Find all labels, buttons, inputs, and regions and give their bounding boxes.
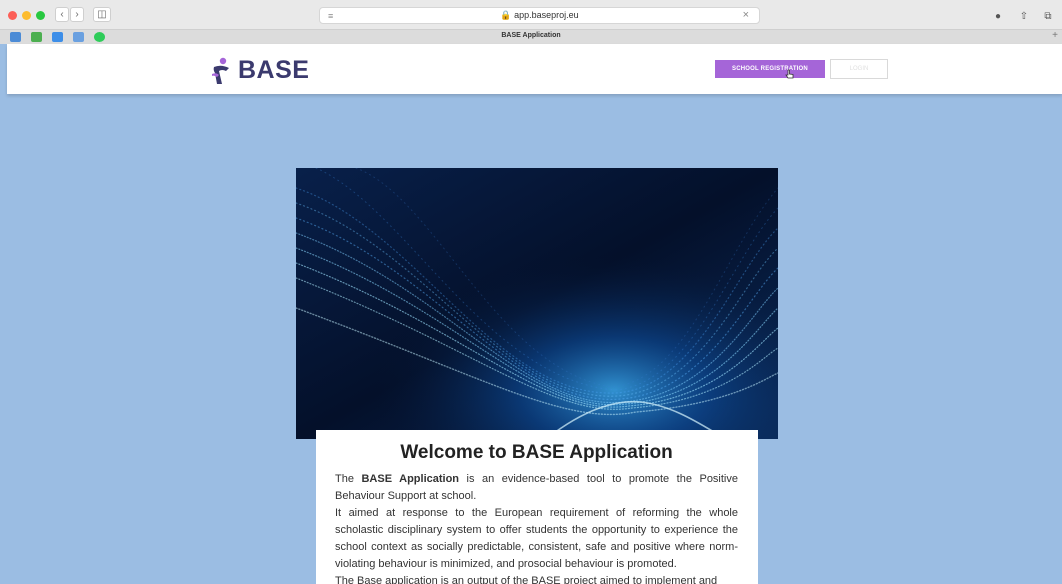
window-controls [8, 11, 45, 20]
sidebar-icon: ◫ [97, 9, 107, 20]
browser-toolbar: ‹ › ◫ ≡ 🔒 app.baseproj.eu × ● ⇧ ⧉ [0, 4, 1062, 26]
downloads-button[interactable]: ● [991, 9, 1005, 23]
pointer-cursor-icon [785, 69, 794, 79]
tabs-overview-button[interactable]: ⧉ [1041, 9, 1055, 23]
chevron-left-icon: ‹ [60, 9, 64, 20]
back-button[interactable]: ‹ [55, 7, 69, 22]
login-button[interactable]: LOGIN [830, 59, 888, 79]
logo-figure-icon [212, 57, 229, 84]
tab-title[interactable]: BASE Application [0, 32, 1062, 39]
base-logo[interactable]: BASE [210, 56, 309, 85]
intro-paragraph: The BASE Application is an evidence-base… [335, 473, 738, 502]
share-button[interactable]: ⇧ [1017, 9, 1031, 23]
particle-wave-image [296, 168, 778, 439]
hero-image [296, 168, 778, 439]
school-registration-button[interactable]: SCHOOL REGISTRATION [715, 60, 825, 78]
zoom-window-button[interactable] [36, 11, 45, 20]
address-bar[interactable]: ≡ 🔒 app.baseproj.eu × [319, 7, 760, 24]
sidebar-toggle-button[interactable]: ◫ [93, 7, 111, 22]
download-icon: ● [994, 10, 1002, 22]
close-window-button[interactable] [8, 11, 17, 20]
welcome-title: Welcome to BASE Application [400, 442, 673, 463]
stop-loading-icon[interactable]: × [743, 9, 749, 21]
site-header: BASE SCHOOL REGISTRATION LOGIN [7, 44, 1062, 94]
output-paragraph: The Base application is an output of the… [335, 575, 718, 584]
browser-chrome: ‹ › ◫ ≡ 🔒 app.baseproj.eu × ● ⇧ ⧉ BASE A… [0, 0, 1062, 44]
logo-text: BASE [238, 56, 310, 84]
url-text: 🔒 app.baseproj.eu [500, 10, 579, 20]
lock-icon: 🔒 [500, 10, 512, 20]
aim-paragraph: It aimed at response to the European req… [335, 507, 738, 570]
tab-bar: BASE Application + [0, 29, 1062, 44]
forward-button[interactable]: › [70, 7, 84, 22]
new-tab-icon[interactable]: + [1052, 30, 1058, 41]
minimize-window-button[interactable] [22, 11, 31, 20]
welcome-card: Welcome to BASE Application The BASE App… [316, 430, 758, 584]
share-icon: ⇧ [1019, 10, 1029, 22]
app-name-bold: BASE Application [361, 473, 460, 485]
chevron-right-icon: › [75, 9, 79, 20]
tabs-icon: ⧉ [1044, 10, 1052, 22]
